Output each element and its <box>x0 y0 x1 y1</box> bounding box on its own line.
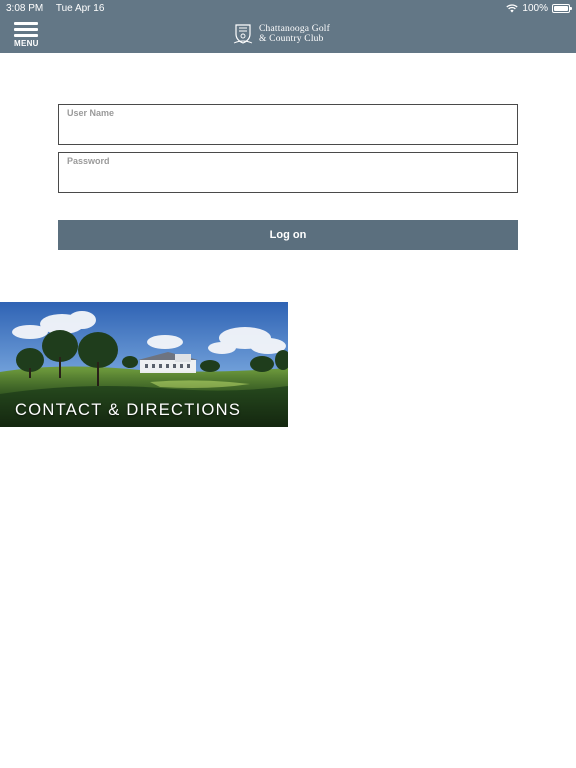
status-bar: 3:08 PM Tue Apr 16 100% <box>6 2 572 14</box>
menu-label: MENU <box>14 39 39 48</box>
menu-button[interactable]: MENU <box>14 22 40 48</box>
login-form: User Name Password Log on <box>58 104 518 250</box>
tile-label: CONTACT & DIRECTIONS <box>15 401 242 419</box>
contact-directions-tile[interactable]: CONTACT & DIRECTIONS <box>0 302 288 427</box>
password-label: Password <box>67 156 110 166</box>
status-left: 3:08 PM Tue Apr 16 <box>6 3 114 14</box>
password-input[interactable] <box>66 170 510 188</box>
battery-icon <box>552 3 572 13</box>
club-name-line2: & Country Club <box>259 34 324 44</box>
username-field[interactable]: User Name <box>58 104 518 145</box>
club-name: Chattanooga Golf & Country Club <box>259 24 330 44</box>
status-date: Tue Apr 16 <box>55 2 105 14</box>
status-right: 100% <box>506 2 572 14</box>
username-label: User Name <box>67 108 115 118</box>
status-time: 3:08 PM <box>6 2 44 14</box>
battery-fill <box>554 5 568 11</box>
club-crest-icon <box>233 24 253 44</box>
password-field[interactable]: Password <box>58 152 518 193</box>
log-on-button[interactable]: Log on <box>58 220 518 250</box>
battery-percent: 100% <box>522 2 548 14</box>
hamburger-menu-icon-bar <box>14 28 38 31</box>
username-input[interactable] <box>66 122 510 140</box>
wifi-icon <box>506 3 519 12</box>
club-name-line1: Chattanooga Golf <box>259 24 331 34</box>
hamburger-menu-icon <box>14 22 38 25</box>
club-logo: Chattanooga Golf & Country Club <box>233 22 330 46</box>
hamburger-menu-icon-bar <box>14 34 38 37</box>
app-header: 3:08 PM Tue Apr 16 100% MENU Chattanooga… <box>0 0 576 53</box>
